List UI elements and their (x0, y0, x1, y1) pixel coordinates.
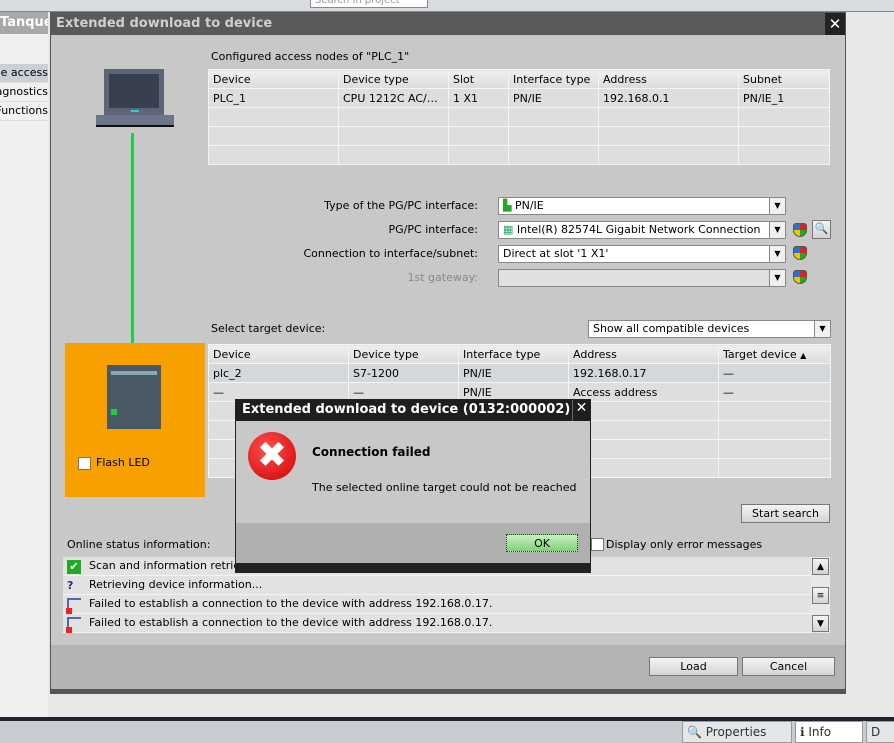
flash-led-checkbox[interactable] (78, 457, 91, 470)
col-target-device[interactable]: Target device ▲ (718, 344, 831, 364)
check-icon: ✔ (67, 560, 81, 574)
load-button[interactable]: Load (649, 657, 738, 676)
interface-properties-button[interactable]: 🔍 (812, 220, 831, 239)
list-item[interactable]: Failed to establish a connection to the … (63, 614, 811, 633)
connection-error-icon (66, 617, 81, 633)
sidebar-item-functions[interactable]: Functions (0, 102, 48, 121)
search-project-input[interactable]: Search in project (310, 0, 428, 8)
display-errors-only-label: Display only error messages (606, 538, 763, 551)
cell: 192.168.0.1 (598, 88, 739, 108)
sort-ascending-icon: ▲ (800, 350, 807, 360)
toolbar (0, 0, 894, 12)
cell: PLC_1 (208, 88, 339, 108)
col-interface-type[interactable]: Interface type (458, 344, 569, 364)
col-device-type[interactable]: Device type (348, 344, 459, 364)
list-item[interactable]: Failed to establish a connection to the … (63, 595, 811, 614)
col-slot: Slot (448, 69, 509, 89)
cell: 192.168.0.17 (568, 363, 719, 383)
start-search-button[interactable]: Start search (741, 504, 830, 523)
col-address[interactable]: Address (568, 344, 719, 364)
dialog-title: Extended download to device (51, 13, 845, 35)
configured-nodes-title: Configured access nodes of "PLC_1" (211, 50, 410, 63)
chevron-down-icon[interactable]: ▼ (769, 246, 785, 262)
error-dialog-title: Extended download to device (0132:000002… (236, 400, 590, 421)
cell: PN/IE_1 (738, 88, 830, 108)
chevron-down-icon[interactable]: ▼ (769, 198, 785, 214)
sidebar-title: Tanque (0, 12, 48, 34)
error-dialog-bottom-edge (236, 563, 590, 572)
cell: PN/IE (458, 363, 569, 383)
online-status-label: Online status information: (67, 538, 211, 551)
cell: Access address (568, 382, 719, 402)
select-target-label: Select target device: (211, 322, 326, 335)
plc-device-icon (107, 365, 161, 429)
pg-laptop-icon (96, 69, 174, 127)
chevron-down-icon[interactable]: ▼ (814, 321, 830, 337)
error-icon: ✖ (248, 432, 296, 480)
connection-line (131, 133, 134, 343)
gateway-select: ▼ (498, 269, 786, 287)
connection-error-icon (66, 598, 81, 614)
col-device[interactable]: Device (208, 344, 349, 364)
close-icon[interactable]: ✕ (825, 13, 845, 35)
connection-subnet-select[interactable]: Direct at slot '1 X1' ▼ (498, 245, 786, 263)
cancel-button[interactable]: Cancel (742, 657, 835, 676)
cell: 1 X1 (448, 88, 509, 108)
pgpc-interface-select[interactable]: ▦ Intel(R) 82574L Gigabit Network Connec… (498, 221, 786, 239)
target-device-panel: Flash LED (65, 343, 205, 497)
device-filter-select[interactable]: Show all compatible devices ▼ (588, 320, 831, 338)
chevron-down-icon: ▼ (769, 270, 785, 286)
col-device: Device (208, 69, 339, 89)
close-icon[interactable]: ✕ (572, 400, 590, 421)
pgpc-interface-label: PG/PC interface: (388, 223, 478, 236)
cell: CPU 1212C AC/DC/Rly (338, 88, 449, 108)
scroll-thumb[interactable]: ≡ (812, 587, 829, 604)
table-row[interactable]: PLC_1CPU 1212C AC/DC/Rly1 X1PN/IE192.168… (208, 88, 830, 108)
chevron-down-icon[interactable]: ▼ (769, 222, 785, 238)
tab-diagnostics[interactable]: D (866, 721, 894, 743)
col-interface-type: Interface type (508, 69, 599, 89)
retrieving-icon: ? (67, 579, 74, 592)
magnifier-icon: 🔍 (814, 222, 829, 235)
shield-icon[interactable] (793, 223, 807, 237)
display-errors-only-checkbox[interactable] (591, 538, 604, 551)
dialog-bottom-edge (51, 689, 845, 694)
cell: PN/IE (508, 88, 599, 108)
interface-type-label: Type of the PG/PC interface: (324, 199, 478, 212)
error-dialog: Extended download to device (0132:000002… (235, 399, 591, 573)
col-address: Address (598, 69, 739, 89)
tab-info[interactable]: ℹ Info (795, 721, 863, 743)
configured-nodes-table: Device Device type Slot Interface type Addre… (208, 69, 830, 165)
sidebar-item-diagnostics[interactable]: Diagnostics (0, 83, 48, 102)
table-row[interactable]: plc_2 S7-1200 PN/IE 192.168.0.17— (208, 363, 831, 383)
col-device-type: Device type (338, 69, 449, 89)
scroll-up-icon[interactable]: ▲ (812, 558, 829, 575)
col-subnet: Subnet (738, 69, 830, 89)
error-heading: Connection failed (312, 445, 431, 459)
cell: — (718, 363, 831, 383)
list-item[interactable]: ? Retrieving device information... (63, 576, 811, 595)
scroll-down-icon[interactable]: ▼ (812, 615, 829, 632)
extended-download-dialog: Extended download to device ✕ Flash LED … (50, 12, 846, 694)
sidebar-item-online-access[interactable]: Online access (0, 64, 48, 83)
error-message: The selected online target could not be … (312, 481, 577, 494)
ok-button[interactable]: OK (506, 534, 578, 552)
cell: plc_2 (208, 363, 349, 383)
shield-icon[interactable] (793, 246, 807, 260)
cell: S7-1200 (348, 363, 459, 383)
interface-type-select[interactable]: ▙ PN/IE ▼ (498, 197, 786, 215)
cell: — (718, 382, 831, 402)
gateway-label: 1st gateway: (407, 271, 479, 284)
tab-properties[interactable]: 🔍 Properties (682, 721, 792, 743)
status-scrollbar[interactable]: ▲ ≡ ▼ (811, 557, 830, 633)
shield-icon[interactable] (793, 270, 807, 284)
connection-subnet-label: Connection to interface/subnet: (303, 247, 479, 260)
flash-led-label: Flash LED (96, 456, 150, 469)
